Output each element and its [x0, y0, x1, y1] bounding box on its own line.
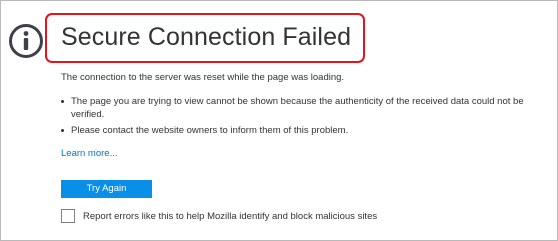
error-page: Secure Connection Failed The connection … [0, 0, 558, 241]
try-again-button[interactable]: Try Again [61, 180, 152, 198]
report-errors-checkbox[interactable] [61, 209, 75, 223]
bullet-icon [61, 129, 64, 132]
bullet-icon [61, 100, 64, 103]
learn-more-link[interactable]: Learn more... [61, 147, 118, 160]
error-description: The connection to the server was reset w… [61, 72, 345, 83]
list-item-text: Please contact the website owners to inf… [71, 125, 349, 136]
report-errors-label[interactable]: Report errors like this to help Mozilla … [83, 210, 377, 223]
info-icon [9, 24, 43, 58]
page-title: Secure Connection Failed [61, 23, 352, 51]
list-item-text: The page you are trying to view cannot b… [71, 96, 524, 120]
